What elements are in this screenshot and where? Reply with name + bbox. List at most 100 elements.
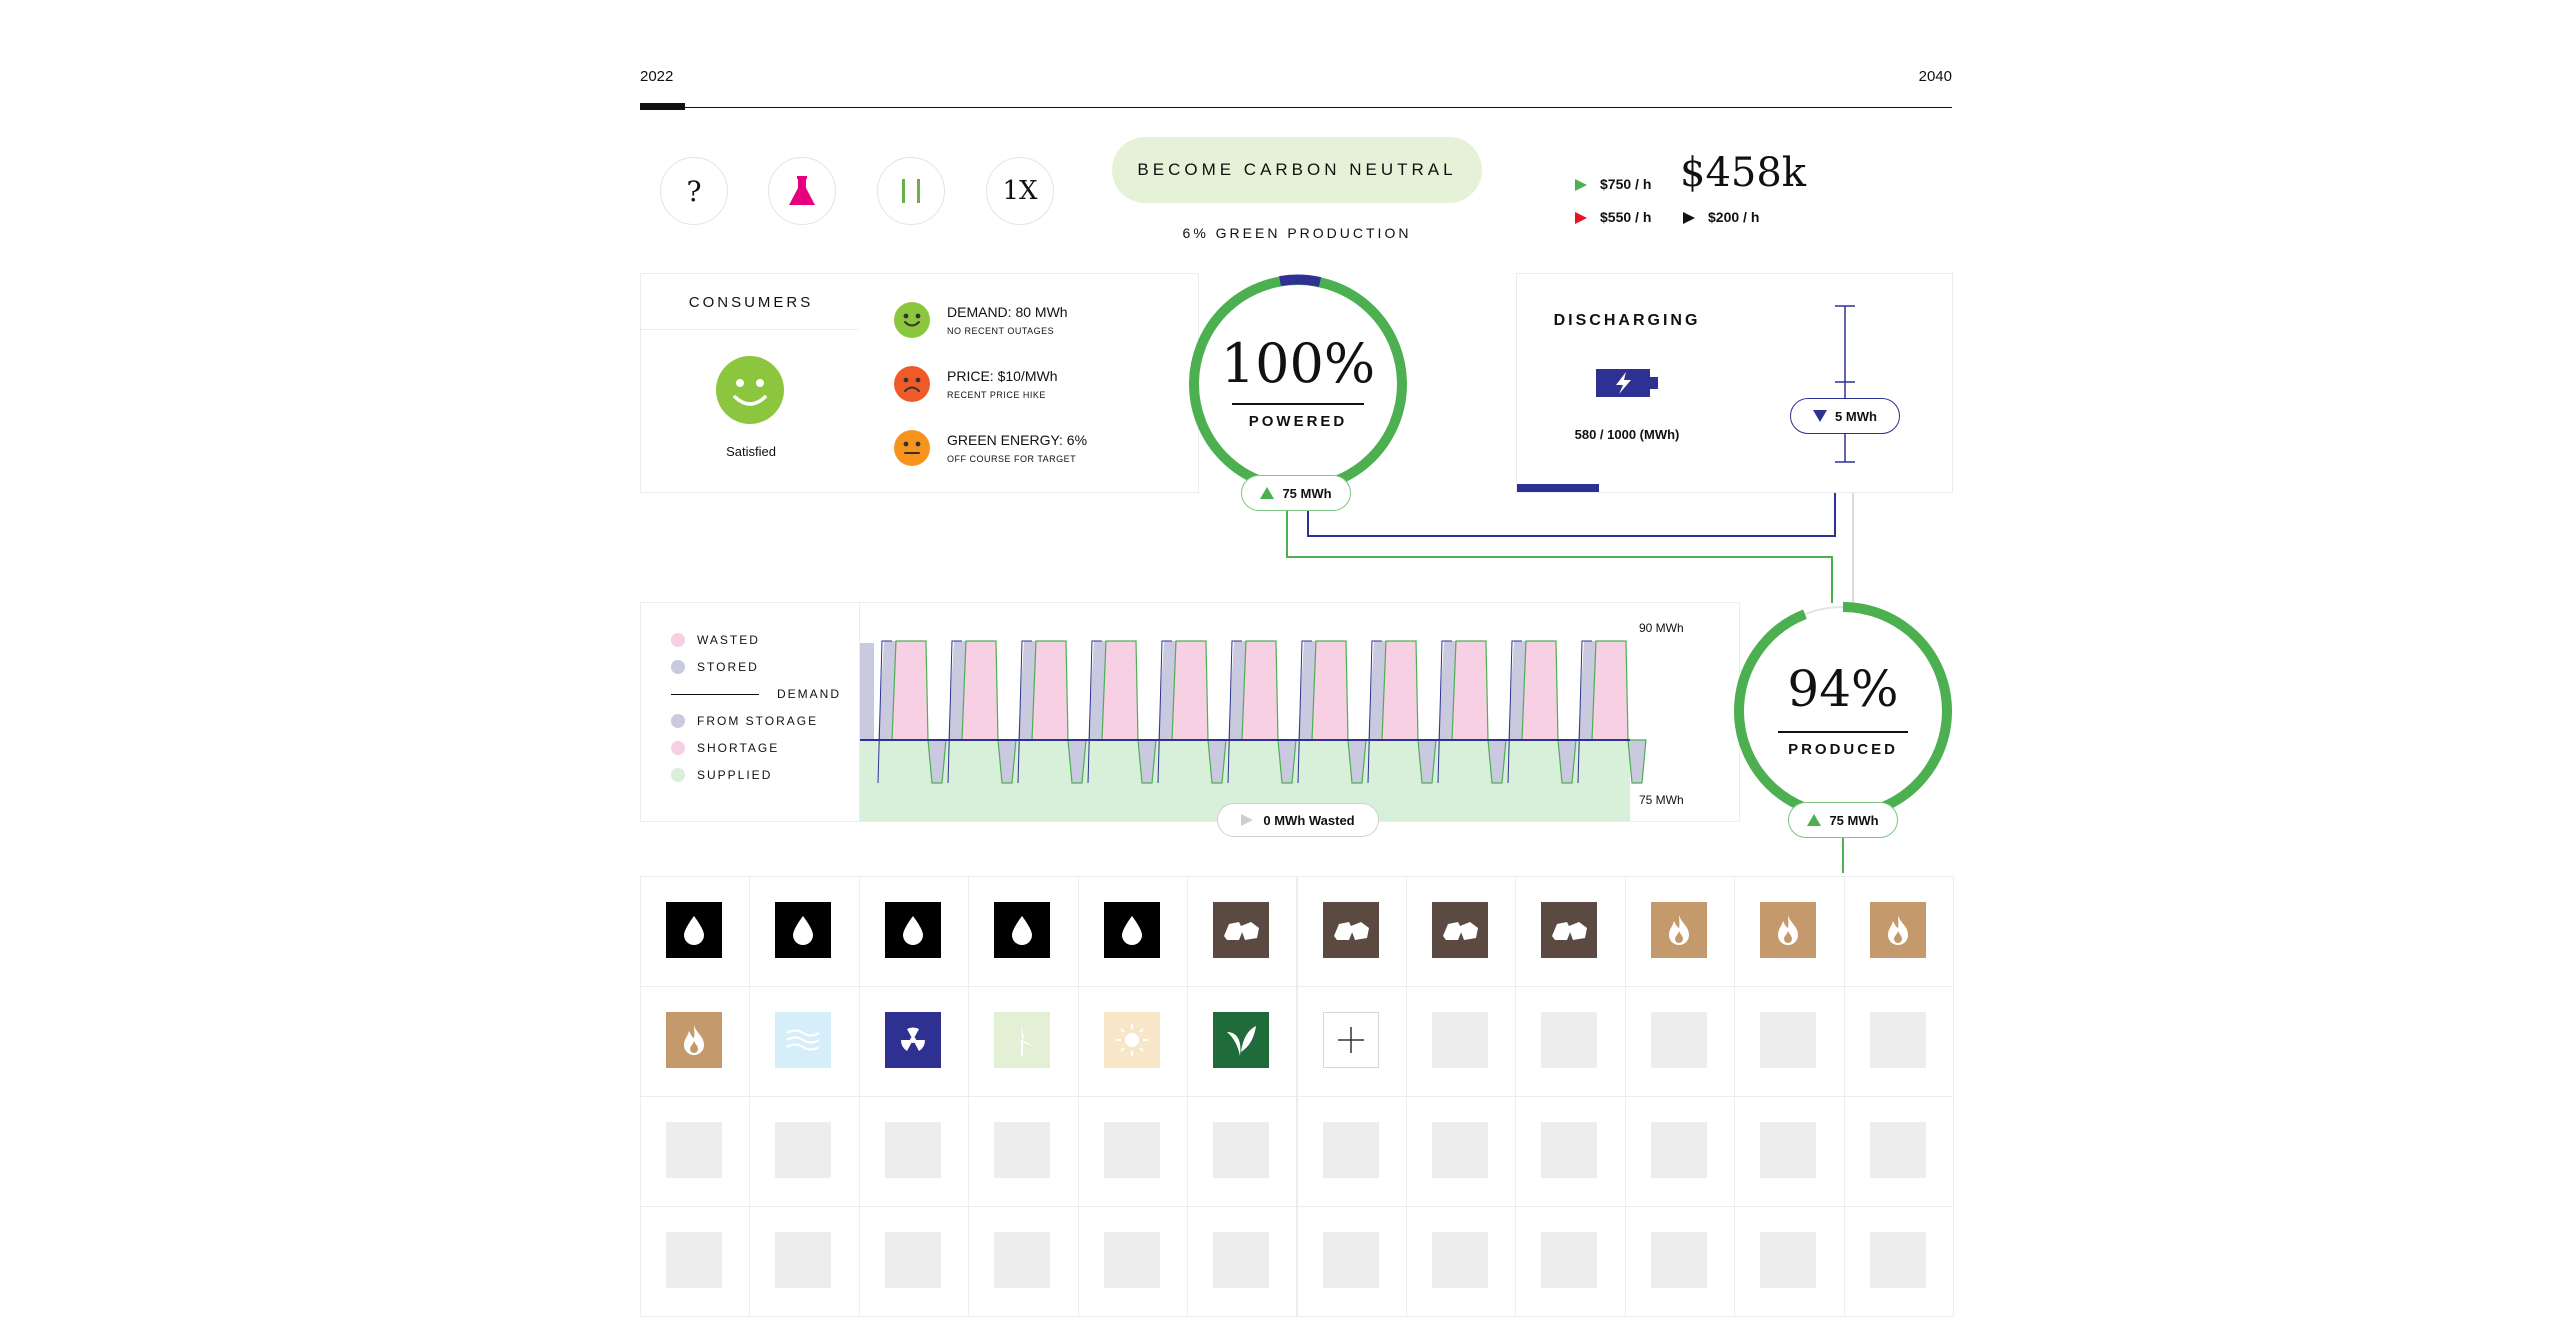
grid-cell-coal[interactable] (1405, 876, 1517, 987)
gas-plant-tile (666, 1012, 722, 1068)
grid-cell-empty[interactable] (1515, 986, 1626, 1097)
grid-cell-hydro[interactable] (640, 876, 751, 987)
empty-slot (884, 1232, 941, 1288)
from-storage-swatch (671, 714, 685, 728)
grid-cell-empty[interactable] (640, 1096, 751, 1207)
grid-cell-empty[interactable] (1296, 1206, 1407, 1317)
grid-cell-gas[interactable] (1843, 876, 1954, 987)
grid-cell-gas[interactable] (1624, 876, 1736, 987)
grid-cell-hydro[interactable] (968, 876, 1079, 987)
grid-cell-empty[interactable] (1624, 1096, 1736, 1207)
wind-turbine-icon (1009, 1025, 1036, 1056)
grid-cell-gas[interactable] (640, 986, 751, 1097)
grid-cell-empty[interactable] (1843, 1206, 1954, 1317)
empty-slot (1650, 1232, 1707, 1288)
grid-cell-empty[interactable] (1515, 1206, 1626, 1317)
grid-cell-empty[interactable] (1624, 1206, 1736, 1317)
grid-cell-empty[interactable] (1405, 1206, 1517, 1317)
speed-button[interactable]: 1X (986, 157, 1054, 225)
legend-demand: DEMAND (671, 687, 841, 701)
grid-cell-empty[interactable] (858, 1096, 970, 1207)
grid-cell-empty[interactable] (1187, 1096, 1298, 1207)
wasted-segment (1381, 640, 1419, 741)
grid-cell-empty[interactable] (1077, 1096, 1189, 1207)
coal-plant-tile (1541, 902, 1598, 958)
empty-slot (666, 1122, 722, 1178)
from-storage-segment (1627, 739, 1647, 784)
grid-cell-hydro[interactable] (858, 876, 970, 987)
grid-cell-nuclear[interactable] (858, 986, 970, 1097)
consumer-stat-sub: RECENT PRICE HIKE (947, 390, 1046, 400)
legend-from-storage-label: FROM STORAGE (697, 714, 819, 728)
grid-cell-empty[interactable] (968, 1206, 1079, 1317)
grid-cell-empty[interactable] (1405, 1096, 1517, 1207)
powered-divider (1232, 403, 1364, 405)
grid-cell-empty[interactable] (640, 1206, 751, 1317)
consumer-stat-sad: PRICE: $10/MWh RECENT PRICE HIKE (894, 366, 1184, 416)
grid-cell-empty[interactable] (1077, 1206, 1189, 1317)
grid-cell-empty[interactable] (858, 1206, 970, 1317)
grid-cell-empty[interactable] (1405, 986, 1517, 1097)
storage-flow-pill[interactable]: 5 MWh (1790, 398, 1900, 434)
grid-cell-coal[interactable] (1187, 876, 1298, 987)
up-arrow-icon (1260, 487, 1275, 499)
supplied-swatch (671, 768, 685, 782)
grid-cell-empty[interactable] (1734, 986, 1845, 1097)
grid-cell-empty[interactable] (749, 1096, 860, 1207)
empty-slot (1541, 1122, 1598, 1178)
grid-cell-add[interactable] (1296, 986, 1407, 1097)
grid-cell-empty[interactable] (1187, 1206, 1298, 1317)
grid-cell-empty[interactable] (1296, 1096, 1407, 1207)
finance-panel: $750 / h $550 / h $200 / h $458k (1570, 150, 1860, 230)
battery-icon (1596, 369, 1658, 397)
empty-slot (1650, 1012, 1707, 1068)
empty-slot (1869, 1232, 1926, 1288)
grid-cell-wind[interactable] (968, 986, 1079, 1097)
leaf-icon (1227, 1026, 1257, 1056)
empty-slot (666, 1232, 722, 1288)
consumer-stat-label: PRICE: $10/MWh (947, 368, 1058, 384)
legend-stored-label: STORED (697, 660, 759, 674)
grid-cell-coal[interactable] (1515, 876, 1626, 987)
grid-cell-empty[interactable] (1624, 986, 1736, 1097)
grid-cell-coal[interactable] (1296, 876, 1407, 987)
grid-cell-empty[interactable] (1843, 1096, 1954, 1207)
empty-slot (884, 1122, 941, 1178)
flask-icon (789, 176, 815, 205)
neutral-face-icon (894, 430, 930, 466)
legend-from-storage: FROM STORAGE (671, 714, 818, 728)
flame-icon (1668, 915, 1689, 945)
grid-cell-empty[interactable] (1843, 986, 1954, 1097)
sad-face-icon (894, 366, 930, 402)
grid-cell-solar[interactable] (1077, 986, 1189, 1097)
energy-chart (860, 640, 1647, 821)
grid-cell-empty[interactable] (1734, 1096, 1845, 1207)
storage-slider-track (1835, 305, 1855, 463)
empty-slot (1431, 1232, 1488, 1288)
goal-button[interactable]: BECOME CARBON NEUTRAL (1112, 137, 1482, 203)
hydro-plant-tile (775, 902, 832, 958)
consumer-mood: Satisfied (726, 444, 776, 459)
water-drop-icon (902, 916, 923, 945)
down-arrow-icon (1813, 410, 1828, 422)
grid-cell-empty[interactable] (1734, 1206, 1845, 1317)
grid-cell-hydro[interactable] (749, 876, 860, 987)
grid-cell-empty[interactable] (749, 1206, 860, 1317)
grid-cell-empty[interactable] (1515, 1096, 1626, 1207)
pause-button[interactable] (877, 157, 945, 225)
empty-slot (1213, 1232, 1270, 1288)
help-button[interactable]: ? (660, 157, 728, 225)
storage-level-bar (1517, 484, 1600, 492)
gas-plant-tile (1869, 902, 1926, 958)
powered-label: POWERED (1248, 413, 1348, 430)
research-button[interactable] (768, 157, 836, 225)
empty-slot (1213, 1122, 1270, 1178)
grid-cell-empty[interactable] (968, 1096, 1079, 1207)
grid-cell-gas[interactable] (1734, 876, 1845, 987)
grid-cell-wave[interactable] (749, 986, 860, 1097)
legend-demand-label: DEMAND (776, 687, 841, 701)
grid-cell-hydro[interactable] (1077, 876, 1189, 987)
empty-slot (994, 1122, 1051, 1178)
grid-cell-biomass[interactable] (1187, 986, 1298, 1097)
chart-top-label: 90 MWh (1639, 621, 1684, 635)
